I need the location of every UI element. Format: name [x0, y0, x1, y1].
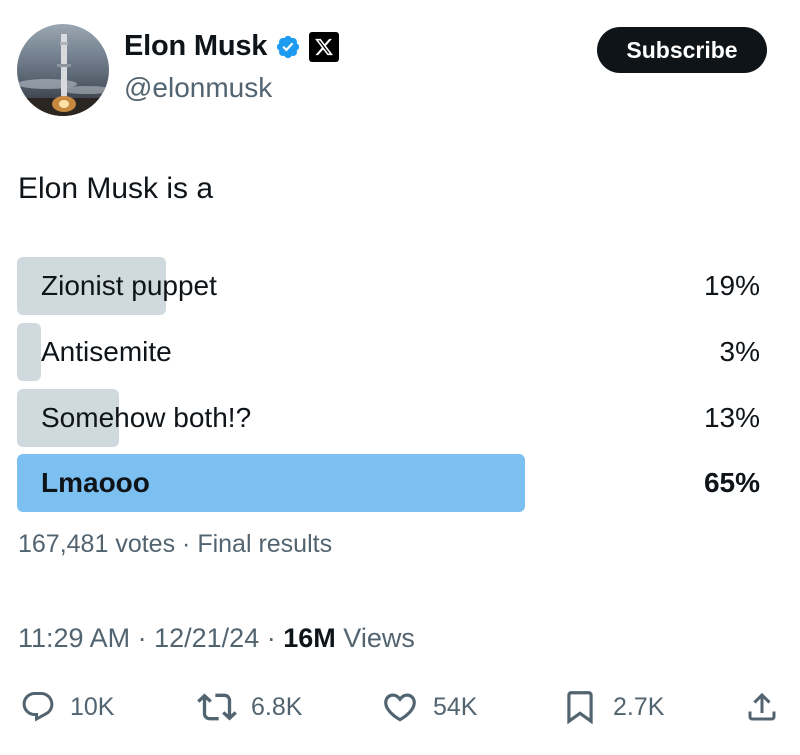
avatar-image	[17, 24, 109, 116]
poll-votes: 167,481 votes	[18, 530, 176, 558]
reply-count: 10K	[70, 692, 115, 721]
repost-button[interactable]: 6.8K	[197, 683, 302, 731]
poll-status: Final results	[197, 530, 333, 558]
like-button[interactable]: 54K	[381, 683, 477, 731]
reply-icon	[22, 692, 54, 722]
like-count: 54K	[433, 692, 478, 721]
tweet-date[interactable]: 12/21/24	[154, 623, 259, 653]
author-handle[interactable]: @elonmusk	[124, 72, 272, 104]
poll-option[interactable]: Zionist puppet 19%	[17, 257, 760, 315]
bookmark-count: 2.7K	[613, 692, 665, 721]
poll-option-label: Antisemite	[41, 336, 172, 367]
poll-option-percent: 13%	[703, 402, 760, 433]
views-count: 16M	[283, 623, 336, 653]
subscribe-button[interactable]: Subscribe	[597, 27, 767, 73]
tweet-timestamp: 11:29 AM · 12/21/24 · 16M Views	[18, 623, 415, 654]
separator: ·	[137, 623, 147, 653]
separator: ·	[182, 530, 191, 558]
tweet-time[interactable]: 11:29 AM	[18, 623, 130, 653]
share-icon	[748, 692, 776, 721]
views-label: Views	[343, 623, 415, 653]
separator: ·	[266, 623, 276, 653]
reply-button[interactable]: 10K	[20, 683, 114, 731]
poll-option-label: Somehow both!?	[41, 402, 252, 433]
poll-option-percent: 19%	[703, 270, 760, 301]
poll-option-label: Zionist puppet	[41, 270, 217, 301]
repost-icon	[197, 693, 237, 721]
verified-badge-icon	[277, 35, 300, 58]
author-name-row: Elon Musk	[124, 30, 340, 63]
poll-option-winner[interactable]: Lmaooo 65%	[17, 454, 760, 512]
poll-meta: 167,481 votes · Final results	[18, 530, 332, 559]
heart-icon	[384, 693, 416, 722]
avatar[interactable]	[17, 24, 109, 116]
poll-option-percent: 65%	[703, 467, 760, 498]
poll-option[interactable]: Somehow both!? 13%	[17, 389, 760, 447]
share-button[interactable]	[744, 683, 780, 731]
poll-option-percent: 3%	[719, 336, 760, 367]
tweet-text: Elon Musk is a	[18, 172, 214, 205]
bookmark-button[interactable]: 2.7K	[561, 683, 664, 731]
author-name[interactable]: Elon Musk	[124, 30, 267, 63]
repost-count: 6.8K	[251, 692, 303, 721]
poll-bar	[17, 323, 41, 381]
x-logo-icon	[309, 31, 340, 62]
poll-option[interactable]: Antisemite 3%	[17, 323, 760, 381]
poll-option-label: Lmaooo	[41, 467, 150, 498]
bookmark-icon	[567, 691, 593, 725]
